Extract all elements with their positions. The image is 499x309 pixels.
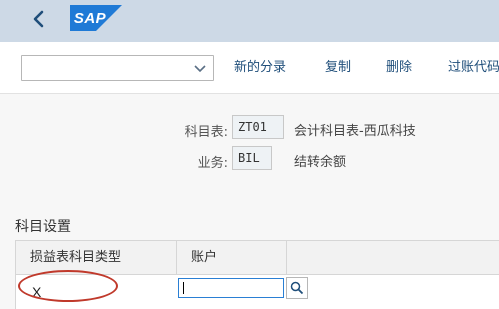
delete-button[interactable]: 删除 [386, 57, 412, 79]
chevron-down-icon [194, 65, 206, 73]
toolbar: 新的分录 复制 删除 过账代码 [0, 42, 499, 94]
chart-of-accounts-description: 会计科目表-西瓜科技 [294, 124, 416, 139]
transaction-field: BIL [232, 146, 272, 170]
value-help-button[interactable] [286, 277, 308, 299]
column-header-account[interactable]: 账户 [177, 241, 287, 275]
chevron-left-icon [33, 10, 44, 28]
chart-of-accounts-field: ZT01 [232, 115, 284, 139]
pl-account-type-cell: X [32, 284, 42, 300]
copy-button[interactable]: 复制 [325, 57, 351, 79]
search-icon [290, 281, 304, 295]
column-header-empty [287, 241, 499, 275]
posting-code-button[interactable]: 过账代码 [448, 57, 499, 79]
account-input[interactable] [178, 278, 284, 298]
transaction-description: 结转余额 [294, 155, 347, 170]
table-row: X [16, 276, 499, 309]
back-button[interactable] [28, 8, 50, 30]
new-entries-button[interactable]: 新的分录 [234, 57, 286, 79]
logo-text: SAP [73, 9, 107, 27]
chart-of-accounts-label: 科目表: [184, 125, 228, 140]
column-header-pl-account-type[interactable]: 损益表科目类型 [16, 241, 177, 275]
account-settings-table: 损益表科目类型 账户 X [15, 240, 499, 309]
shell-header: SAP [0, 0, 499, 42]
sap-logo: SAP [70, 5, 122, 31]
transaction-label: 业务: [197, 156, 228, 171]
section-title: 科目设置 [15, 219, 71, 235]
variant-select[interactable] [21, 55, 214, 81]
text-caret [183, 282, 184, 294]
